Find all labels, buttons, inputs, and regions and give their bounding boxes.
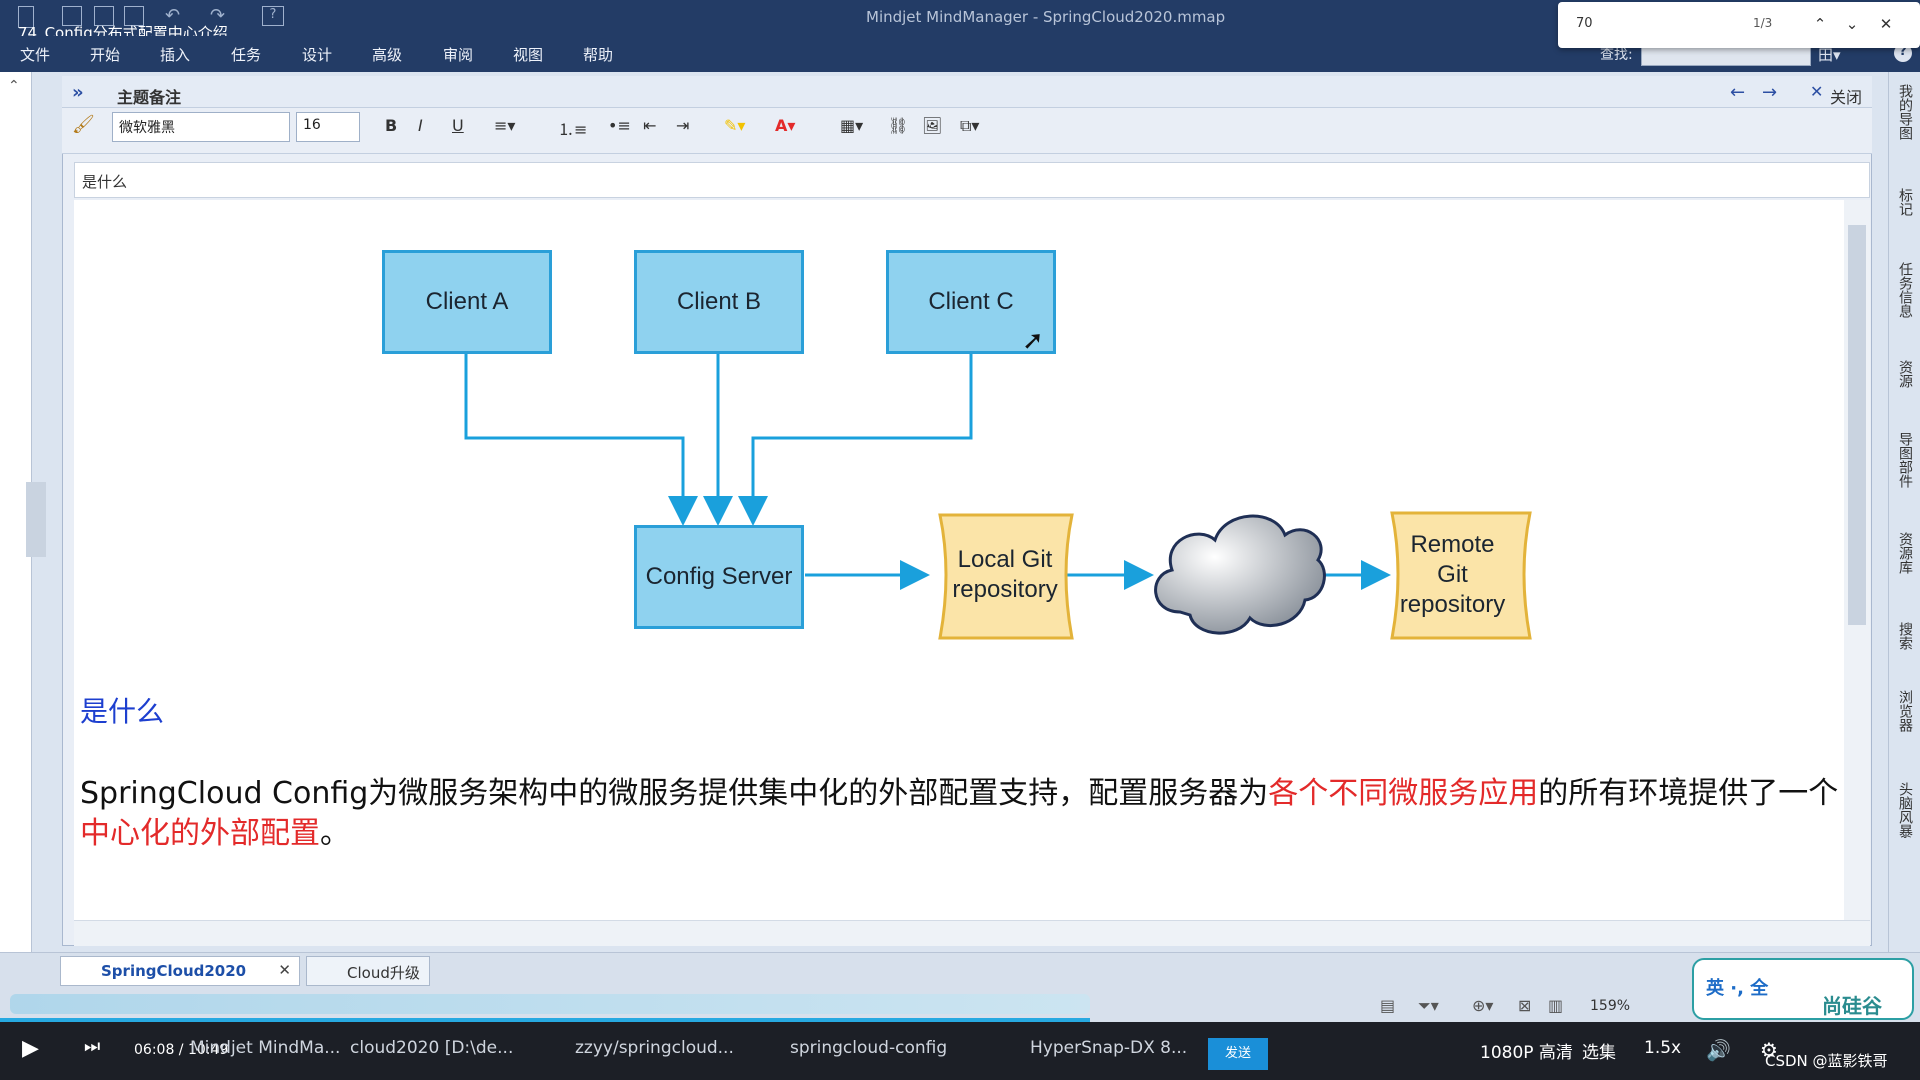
cursor-icon: ➚ [1022,326,1044,356]
zoom-fit-icon[interactable]: ⊕▾ [1472,996,1493,1015]
doc-tab-label: SpringCloud2020 [101,962,247,980]
description-paragraph: SpringCloud Config为微服务架构中的微服务提供集中化的外部配置支… [80,774,1840,854]
taskbar-item-hypersnap[interactable]: HyperSnap-DX 8... [1030,1038,1187,1058]
paragraph-highlight-2: 中心化的外部配置 [80,816,320,851]
outline-icon[interactable]: ▥ [1548,996,1563,1015]
paragraph-text-3: 。 [320,816,350,851]
cloud-shape [1154,514,1326,635]
brand-badge: 英 ·, 全 尚硅谷 [1692,958,1914,1020]
horizontal-scrollbar[interactable] [74,920,1870,946]
brand-logo: 尚硅谷 [1822,994,1882,1018]
sidebar-item-task-info[interactable]: 任务信息 [1893,262,1915,318]
local-git-label: Local Git repository [952,546,1058,603]
volume-icon[interactable]: 🔊 [1706,1038,1731,1062]
arrow-client-c [738,354,973,526]
speed-button[interactable]: 1.5x [1644,1038,1681,1058]
taskbar-item-browser[interactable]: zzyy/springcloud... [575,1038,734,1058]
sidebar-item-search[interactable]: 搜索 [1893,622,1915,650]
paragraph-text-2: 的所有环境提供了一个 [1538,776,1839,811]
client-a-box: Client A [382,250,552,354]
sidebar-item-brainstorm[interactable]: 头脑风暴 [1893,782,1915,838]
sidebar-item-map-parts[interactable]: 导图部件 [1893,432,1915,488]
taskbar-item-springcloud-config[interactable]: springcloud-config [790,1038,947,1058]
send-button[interactable]: 发送 [1208,1038,1268,1070]
watermark: CSDN @蓝影铁哥 [1765,1052,1888,1070]
arrow-client-a [464,354,698,526]
doc-tab-springcloud2020[interactable]: SpringCloud2020 ✕ [60,956,300,986]
taskbar-item-mindmanager[interactable]: Mindjet MindMa... [190,1038,340,1058]
play-icon[interactable]: ▶ [22,1036,39,1061]
tab-close-icon[interactable]: ✕ [278,961,291,979]
video-preview-strip [10,994,1090,1014]
page-icon[interactable]: ▤ [1380,996,1395,1015]
sidebar-item-my-maps[interactable]: 我的导图 [1893,84,1915,140]
zoom-level: 159% [1590,998,1631,1014]
grid-icon[interactable]: ⊠ [1518,996,1531,1015]
sidebar-item-browser[interactable]: 浏览器 [1893,690,1915,732]
doc-tab-cloud-upgrade[interactable]: Cloud升级 [306,956,430,986]
sidebar-item-library[interactable]: 资源库 [1893,532,1915,574]
ime-label: 英 ·, 全 [1706,978,1769,999]
section-heading: 是什么 [80,695,165,728]
next-icon[interactable]: ⏭ [84,1036,100,1057]
episodes-button[interactable]: 选集 [1582,1038,1616,1063]
architecture-diagram [464,354,1532,640]
vertical-scroll-thumb[interactable] [1848,225,1866,625]
remote-git-label: Remote Git repository [1399,531,1506,618]
sidebar-item-resources[interactable]: 资源 [1893,360,1915,388]
client-b-box: Client B [634,250,804,354]
paragraph-highlight-1: 各个不同微服务应用 [1268,776,1539,811]
config-server-box: Config Server [634,525,804,629]
doc-tab-label: Cloud升级 [347,964,420,982]
filter-icon[interactable]: ⏷▾ [1418,996,1439,1016]
sidebar-item-markers[interactable]: 标记 [1893,188,1915,216]
taskbar-item-idea[interactable]: cloud2020 [D:\de... [350,1038,513,1058]
paragraph-text-1: SpringCloud Config为微服务架构中的微服务提供集中化的外部配置支… [80,776,1269,811]
quality-button[interactable]: 1080P 高清 [1480,1038,1573,1063]
